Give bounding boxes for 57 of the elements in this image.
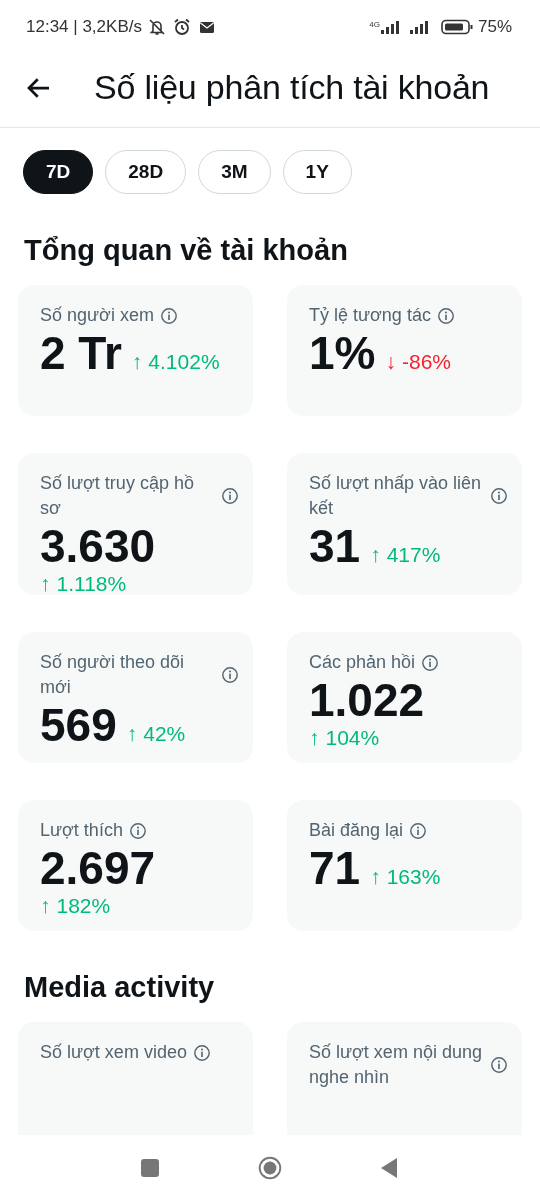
section-title: Tổng quan về tài khoản [23, 233, 349, 268]
trend-arrow: ↑ [309, 725, 320, 749]
metric-value: 31 [309, 521, 361, 572]
metric-label: Số người theo dõi mới [40, 651, 185, 700]
period-tab[interactable]: 1Y [282, 150, 352, 194]
metric-value: 1.022 [309, 675, 426, 726]
info-icon[interactable] [192, 1043, 211, 1062]
metric-label: Số lượt nhấp vào liên kết [309, 472, 482, 521]
home-icon[interactable] [258, 1155, 282, 1180]
battery-percent: 75% [477, 17, 512, 37]
mute-bell-icon [146, 17, 167, 37]
metric-label: Lượt thích [40, 819, 123, 843]
metric-label: Số lượt xem nội dung nghe nhìn [309, 1041, 483, 1090]
info-icon[interactable] [221, 666, 239, 685]
section-title: Media activity [23, 970, 216, 1006]
battery-icon [440, 19, 473, 35]
change-value: 42% [143, 722, 186, 746]
change-value: 104% [325, 725, 380, 749]
metric-value: 3.630 [40, 521, 157, 572]
change-value: 1.118% [56, 571, 127, 596]
change-value: 182% [56, 893, 111, 917]
page-title: Số liệu phân tích tài khoản [94, 68, 490, 107]
change-value: 4.102% [148, 350, 220, 374]
metric-label: Số người xem [40, 304, 154, 327]
info-icon[interactable] [421, 653, 440, 672]
status-time: 12:34 | 3,2KB/s [26, 17, 142, 37]
info-icon[interactable] [436, 306, 455, 325]
info-icon[interactable] [221, 487, 239, 506]
info-icon[interactable] [409, 821, 428, 840]
info-icon[interactable] [159, 306, 178, 325]
info-icon[interactable] [128, 821, 147, 840]
trend-arrow: ↑ [370, 865, 381, 889]
trend-arrow: ↑ [131, 350, 143, 374]
change-value: -86% [402, 350, 451, 374]
metric-label: Tỷ lệ tương tác [309, 304, 431, 327]
metric-value: 569 [40, 700, 117, 752]
metric-label: Số lượt xem video [40, 1041, 187, 1065]
metric-value: 1% [309, 328, 376, 379]
period-tab[interactable]: 7D [23, 150, 94, 194]
change-value: 163% [386, 865, 441, 889]
metric-value: 2.697 [40, 843, 157, 894]
trend-arrow: ↑ [40, 893, 51, 917]
metric-label: Các phản hồi [309, 651, 416, 675]
trend-arrow: ↑ [126, 722, 138, 746]
trend-arrow: ↑ [370, 543, 381, 567]
metric-value: 2 Tr [40, 328, 122, 379]
info-icon[interactable] [490, 487, 508, 506]
trend-arrow: ↓ [385, 350, 396, 374]
trend-arrow: ↑ [40, 571, 51, 596]
metric-label: Số lượt truy cập hồ sơ [40, 472, 195, 521]
info-icon[interactable] [490, 1056, 508, 1075]
metric-label: Bài đăng lại [309, 819, 404, 843]
network-type: 4G [369, 20, 380, 29]
period-tab[interactable]: 28D [105, 150, 187, 194]
period-tab[interactable]: 3M [198, 150, 271, 194]
metric-value: 71 [309, 843, 361, 894]
change-value: 417% [386, 543, 441, 567]
